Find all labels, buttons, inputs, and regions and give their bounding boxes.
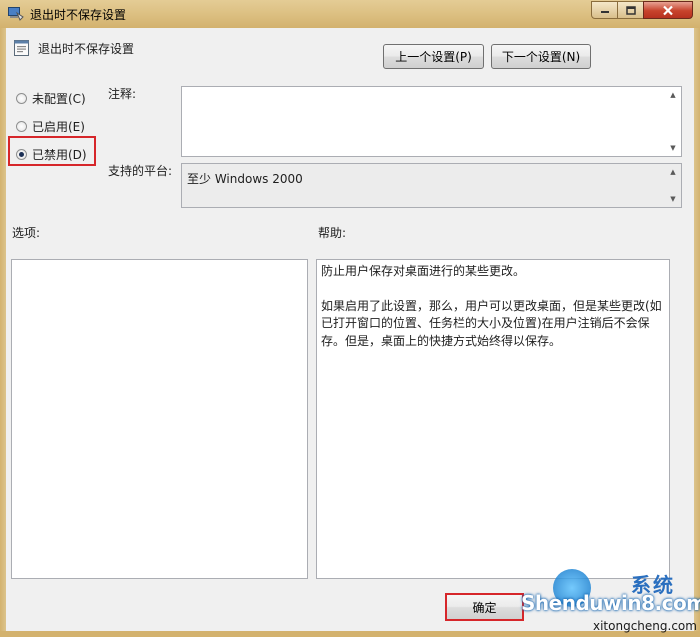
scroll-up-icon[interactable]: ▲ bbox=[665, 88, 681, 102]
window-frame-right bbox=[694, 28, 700, 637]
radio-label: 已启用(E) bbox=[32, 120, 85, 134]
maximize-button[interactable] bbox=[617, 1, 644, 19]
options-pane bbox=[11, 259, 308, 579]
scroll-up-icon[interactable]: ▲ bbox=[665, 165, 681, 179]
setting-name: 退出时不保存设置 bbox=[38, 42, 135, 56]
scroll-down-icon[interactable]: ▼ bbox=[665, 192, 681, 206]
radio-circle bbox=[16, 121, 27, 132]
ok-button[interactable]: 确定 bbox=[445, 593, 524, 621]
help-label: 帮助: bbox=[318, 226, 347, 240]
help-paragraph: 如果启用了此设置，那么，用户可以更改桌面，但是某些更改(如已打开窗口的位置、任务… bbox=[321, 298, 662, 348]
title-bar[interactable]: 退出时不保存设置 bbox=[0, 0, 700, 28]
comment-label: 注释: bbox=[108, 87, 137, 101]
supported-platform-label: 支持的平台: bbox=[108, 164, 173, 178]
dialog-client-area: 退出时不保存设置 上一个设置(P) 下一个设置(N) 未配置(C) 已启用(E)… bbox=[6, 28, 694, 631]
close-button[interactable] bbox=[643, 1, 693, 19]
supported-platform-value: 至少 Windows 2000 bbox=[187, 172, 303, 186]
comment-textarea[interactable]: ▲ ▼ bbox=[181, 86, 682, 157]
options-label: 选项: bbox=[12, 226, 41, 240]
comment-scrollbar[interactable]: ▲ ▼ bbox=[665, 87, 681, 156]
watermark-site: xitongcheng.com bbox=[593, 619, 697, 633]
previous-setting-button[interactable]: 上一个设置(P) bbox=[383, 44, 484, 69]
help-pane: 防止用户保存对桌面进行的某些更改。 如果启用了此设置，那么，用户可以更改桌面，但… bbox=[316, 259, 670, 579]
platform-scrollbar[interactable]: ▲ ▼ bbox=[665, 164, 681, 207]
radio-not-configured[interactable]: 未配置(C) bbox=[16, 90, 86, 107]
minimize-icon bbox=[600, 11, 609, 13]
scroll-down-icon[interactable]: ▼ bbox=[665, 141, 681, 155]
help-text: 防止用户保存对桌面进行的某些更改。 如果启用了此设置，那么，用户可以更改桌面，但… bbox=[321, 263, 665, 367]
radio-circle bbox=[16, 93, 27, 104]
minimize-button[interactable] bbox=[591, 1, 618, 19]
supported-platform-field: 至少 Windows 2000 ▲ ▼ bbox=[181, 163, 682, 208]
policy-app-icon bbox=[8, 7, 24, 21]
next-setting-button[interactable]: 下一个设置(N) bbox=[491, 44, 591, 69]
selection-highlight-box bbox=[8, 136, 96, 166]
radio-enabled[interactable]: 已启用(E) bbox=[16, 118, 85, 135]
maximize-icon bbox=[625, 5, 636, 15]
watermark-brand: Shenduwin8.com bbox=[521, 591, 700, 615]
setting-icon bbox=[14, 40, 29, 56]
watermark: 系统 Shenduwin8.com xitongcheng.com bbox=[517, 567, 700, 637]
close-icon bbox=[663, 5, 673, 15]
help-paragraph: 防止用户保存对桌面进行的某些更改。 bbox=[321, 264, 526, 278]
window-title: 退出时不保存设置 bbox=[30, 8, 127, 22]
radio-label: 未配置(C) bbox=[32, 92, 86, 106]
